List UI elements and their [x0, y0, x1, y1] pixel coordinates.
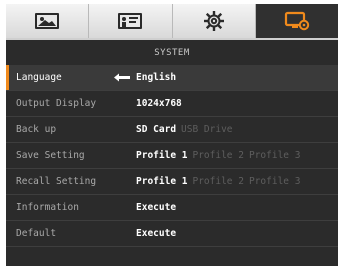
default-execute[interactable]: Execute — [136, 228, 176, 239]
tab-presentation[interactable] — [89, 4, 173, 38]
menu-row-save-setting[interactable]: Save Setting Profile 1 Profile 2 Profile… — [6, 143, 338, 169]
menu-row-output-display[interactable]: Output Display 1024x768 — [6, 91, 338, 117]
tab-image[interactable] — [6, 4, 90, 38]
language-value[interactable]: English — [136, 72, 176, 83]
recall-setting-profile-2[interactable]: Profile 2 — [192, 176, 243, 187]
default-label: Default — [16, 228, 57, 239]
enter-arrow-icon — [114, 73, 130, 82]
gear-icon — [203, 11, 224, 31]
menu-row-language[interactable]: Language English — [6, 65, 338, 91]
save-setting-profile-2[interactable]: Profile 2 — [192, 150, 243, 161]
output-display-value[interactable]: 1024x768 — [136, 98, 182, 109]
image-icon — [35, 13, 60, 29]
menu-tab-bar — [6, 4, 338, 40]
back-up-option-usb-drive[interactable]: USB Drive — [181, 124, 232, 135]
section-title: SYSTEM — [154, 47, 190, 58]
back-up-label: Back up — [16, 124, 57, 135]
recall-setting-profile-1[interactable]: Profile 1 — [136, 176, 187, 187]
menu-row-recall-setting[interactable]: Recall Setting Profile 1 Profile 2 Profi… — [6, 169, 338, 195]
monitor-settings-icon — [284, 11, 310, 31]
output-display-label: Output Display — [16, 98, 97, 109]
language-label: Language — [16, 72, 62, 83]
presentation-icon — [118, 13, 143, 29]
menu-row-back-up[interactable]: Back up SD Card USB Drive — [6, 117, 338, 143]
menu-row-information[interactable]: Information Execute — [6, 195, 338, 221]
information-label: Information — [16, 202, 79, 213]
recall-setting-label: Recall Setting — [16, 176, 97, 187]
menu-row-default[interactable]: Default Execute — [6, 221, 338, 247]
tab-settings[interactable] — [172, 4, 256, 38]
recall-setting-profile-3[interactable]: Profile 3 — [249, 176, 300, 187]
tab-system[interactable] — [255, 4, 338, 38]
osd-menu: SYSTEM Language English Output Display 1… — [6, 4, 338, 266]
information-execute[interactable]: Execute — [136, 202, 176, 213]
save-setting-profile-1[interactable]: Profile 1 — [136, 150, 187, 161]
save-setting-label: Save Setting — [16, 150, 85, 161]
save-setting-profile-3[interactable]: Profile 3 — [249, 150, 300, 161]
back-up-option-sd-card[interactable]: SD Card — [136, 124, 176, 135]
